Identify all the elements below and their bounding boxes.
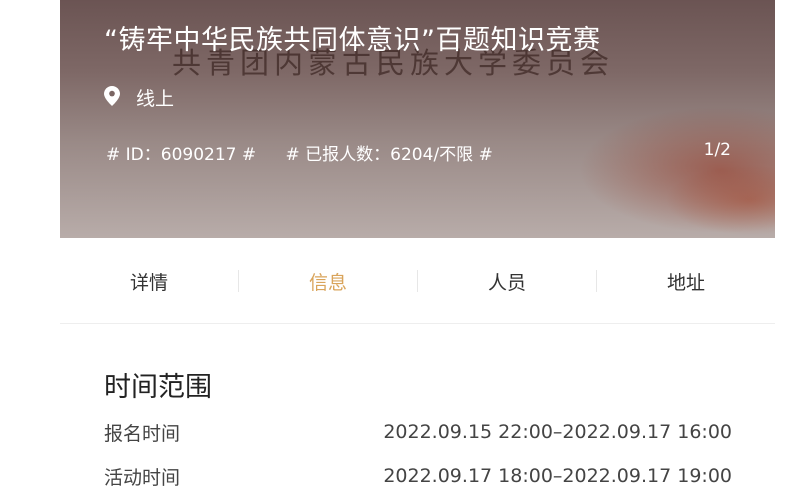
tab-info[interactable]: 信息 (239, 238, 417, 324)
banner-pager: 1/2 (703, 140, 731, 160)
tab-bar: 详情 信息 人员 地址 (60, 238, 775, 324)
tab-bar-divider (60, 323, 775, 324)
location-row: 线上 (104, 84, 174, 111)
section-title-time-range: 时间范围 (104, 372, 212, 403)
activity-time-row: 活动时间 2022.09.17 18:00–2022.09.17 19:00 (104, 461, 732, 491)
activity-time-label: 活动时间 (104, 466, 181, 489)
event-banner[interactable]: 共青团内蒙古民族大学委员会 “铸牢中华民族共同体意识”百题知识竞赛 线上 # I… (60, 0, 775, 238)
event-title: “铸牢中华民族共同体意识”百题知识竞赛 (104, 25, 601, 56)
map-pin-icon (104, 85, 120, 110)
event-id: # ID：6090217 # (106, 145, 257, 165)
signup-time-row: 报名时间 2022.09.15 22:00–2022.09.17 16:00 (104, 417, 732, 447)
tab-address[interactable]: 地址 (597, 238, 775, 324)
tab-details[interactable]: 详情 (60, 238, 238, 324)
tab-people[interactable]: 人员 (418, 238, 596, 324)
location-text: 线上 (136, 88, 175, 110)
signup-time-value: 2022.09.15 22:00–2022.09.17 16:00 (383, 421, 732, 443)
activity-time-value: 2022.09.17 18:00–2022.09.17 19:00 (383, 465, 732, 487)
signup-count: # 已报人数：6204/不限 # (285, 145, 493, 165)
event-meta: # ID：6090217 # # 已报人数：6204/不限 # (106, 140, 493, 165)
signup-time-label: 报名时间 (104, 422, 181, 445)
